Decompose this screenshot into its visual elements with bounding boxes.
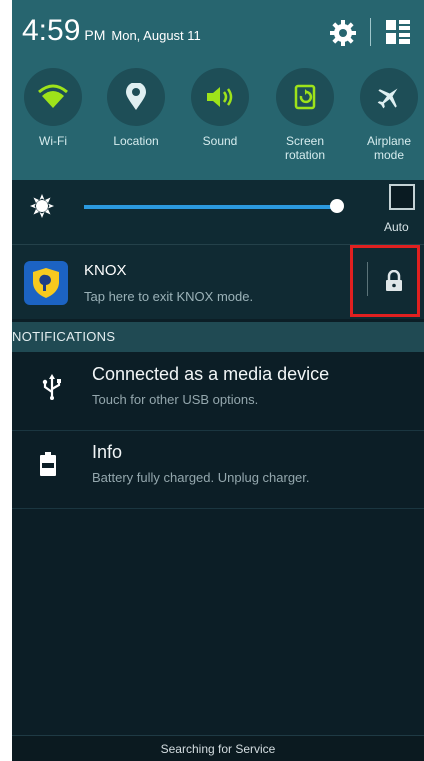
header-divider — [370, 18, 371, 46]
quick-settings-panel: 4:59 PM Mon, August 11 Wi-Fi Location So… — [12, 0, 424, 180]
lock-icon — [386, 270, 402, 291]
ampm-text: PM — [84, 27, 106, 43]
wifi-icon — [38, 84, 68, 108]
knox-subtitle: Tap here to exit KNOX mode. — [84, 289, 254, 304]
grid-view-icon[interactable] — [386, 20, 410, 44]
brightness-slider[interactable] — [84, 205, 337, 209]
location-label: Location — [113, 134, 159, 148]
battery-notification-subtitle: Battery fully charged. Unplug charger. — [92, 470, 310, 485]
airplane-icon — [377, 88, 398, 109]
screen-rotation-icon — [294, 84, 316, 110]
time-text: 4:59 — [22, 14, 81, 47]
auto-brightness-checkbox[interactable] — [389, 184, 415, 210]
usb-notification[interactable]: Connected as a media device Touch for ot… — [12, 352, 424, 431]
usb-icon — [40, 374, 64, 400]
auto-brightness-label: Auto — [384, 220, 409, 234]
date-text: Mon, August 11 — [111, 28, 201, 43]
knox-lock-button[interactable] — [350, 245, 420, 317]
airplane-mode-label: Airplane mode — [366, 134, 412, 162]
sound-label: Sound — [202, 134, 238, 148]
sound-toggle[interactable]: Sound — [189, 68, 251, 148]
battery-notification[interactable]: Info Battery fully charged. Unplug charg… — [12, 430, 424, 509]
carrier-status-text: Searching for Service — [160, 742, 276, 756]
battery-notification-title: Info — [92, 442, 123, 462]
status-clock: 4:59 PM Mon, August 11 — [22, 14, 201, 48]
screen-rotation-toggle[interactable]: Screen rotation — [274, 68, 336, 162]
knox-title: KNOX — [84, 262, 127, 279]
notifications-header-label: NOTIFICATIONS — [12, 329, 116, 344]
airplane-mode-toggle[interactable]: Airplane mode — [358, 68, 420, 162]
location-toggle[interactable]: Location — [105, 68, 167, 148]
brightness-row: Auto — [12, 180, 424, 244]
notification-panel: 4:59 PM Mon, August 11 Wi-Fi Location So… — [12, 0, 424, 761]
screen-rotation-label: Screen rotation — [284, 134, 326, 162]
wifi-label: Wi-Fi — [39, 134, 67, 148]
gear-icon[interactable] — [328, 18, 358, 48]
sound-icon — [207, 87, 233, 107]
wifi-toggle[interactable]: Wi-Fi — [22, 68, 84, 148]
battery-icon — [40, 452, 64, 476]
knox-shield-icon — [24, 261, 68, 305]
carrier-status-bar: Searching for Service — [12, 735, 424, 761]
brightness-icon — [30, 194, 54, 218]
location-icon — [126, 83, 146, 110]
usb-notification-title: Connected as a media device — [92, 364, 330, 384]
brightness-slider-handle[interactable] — [330, 199, 344, 213]
usb-notification-subtitle: Touch for other USB options. — [92, 392, 259, 407]
notifications-header: NOTIFICATIONS — [12, 322, 424, 352]
knox-notification[interactable]: KNOX Tap here to exit KNOX mode. — [12, 244, 424, 319]
